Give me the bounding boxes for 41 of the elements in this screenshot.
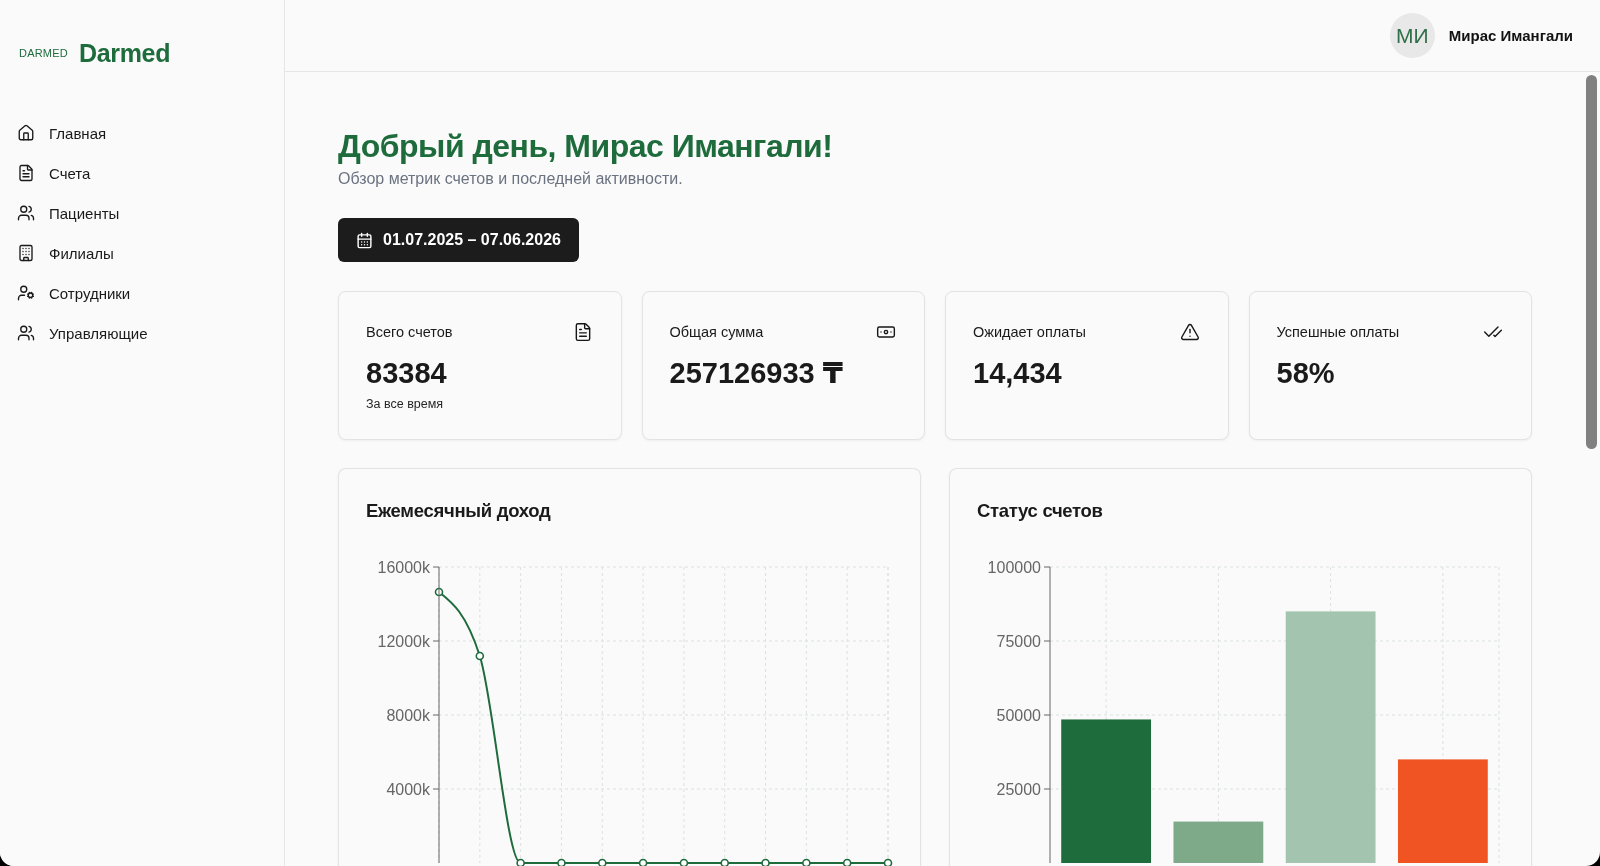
axis-tick-label: 75000 — [996, 632, 1041, 650]
axis-tick-label: 12000k — [377, 632, 430, 650]
greeting-subtitle: Обзор метрик счетов и последней активности. — [338, 169, 683, 189]
axis-tick-label: 50000 — [996, 706, 1041, 724]
stat-value: 14,434 — [973, 356, 1062, 390]
stat-title: Всего счетов — [366, 323, 453, 342]
nav-item[interactable]: Пациенты — [0, 193, 137, 233]
scrollbar-thumb[interactable] — [1586, 75, 1597, 449]
brand-name: Darmed — [78, 38, 171, 68]
calendar-icon — [356, 231, 373, 249]
axis-tick-label: 16000k — [377, 558, 430, 576]
nav-item[interactable]: Филиалы — [0, 233, 131, 273]
axis-tick-label: 4000k — [386, 780, 430, 798]
user-avatar[interactable]: МИ — [1389, 13, 1435, 58]
home-icon — [17, 124, 35, 142]
stat-title: Общая сумма — [669, 323, 764, 342]
chart-title: Статус счетов — [977, 499, 1103, 523]
logo-wordmark: DARMED — [19, 47, 68, 59]
stat-title: Ожидает оплаты — [973, 323, 1087, 342]
warning-icon — [1179, 322, 1200, 342]
nav-item[interactable]: Управляющие — [0, 313, 165, 353]
axis-tick-label: 25000 — [996, 780, 1041, 798]
stat-note: За все время — [366, 396, 444, 413]
stat-title: Успешные оплаты — [1276, 323, 1400, 342]
stat-value: 83384 — [366, 356, 447, 390]
nav-item[interactable]: Главная — [0, 113, 124, 153]
nav-item[interactable]: Счета — [0, 153, 108, 193]
document-icon — [17, 164, 35, 182]
nav-item[interactable]: Сотрудники — [0, 273, 148, 313]
user-name: Мирас Имангали — [1448, 27, 1573, 44]
date-range-button[interactable]: 01.07.2025 – 07.06.2026 — [338, 218, 579, 262]
greeting-title: Добрый день, Мирас Имангали! — [338, 127, 833, 165]
axis-tick-label: 8000k — [386, 706, 430, 724]
stat-value: 58% — [1276, 356, 1335, 390]
building-icon — [17, 244, 35, 262]
users-icon — [17, 204, 35, 222]
users-icon — [17, 324, 35, 342]
stat-value: 257126933 ₸ — [669, 356, 843, 390]
chart-title: Ежемесячный доход — [366, 499, 551, 523]
axis-tick-label: 100000 — [987, 558, 1041, 576]
user-gear-icon — [17, 284, 35, 302]
